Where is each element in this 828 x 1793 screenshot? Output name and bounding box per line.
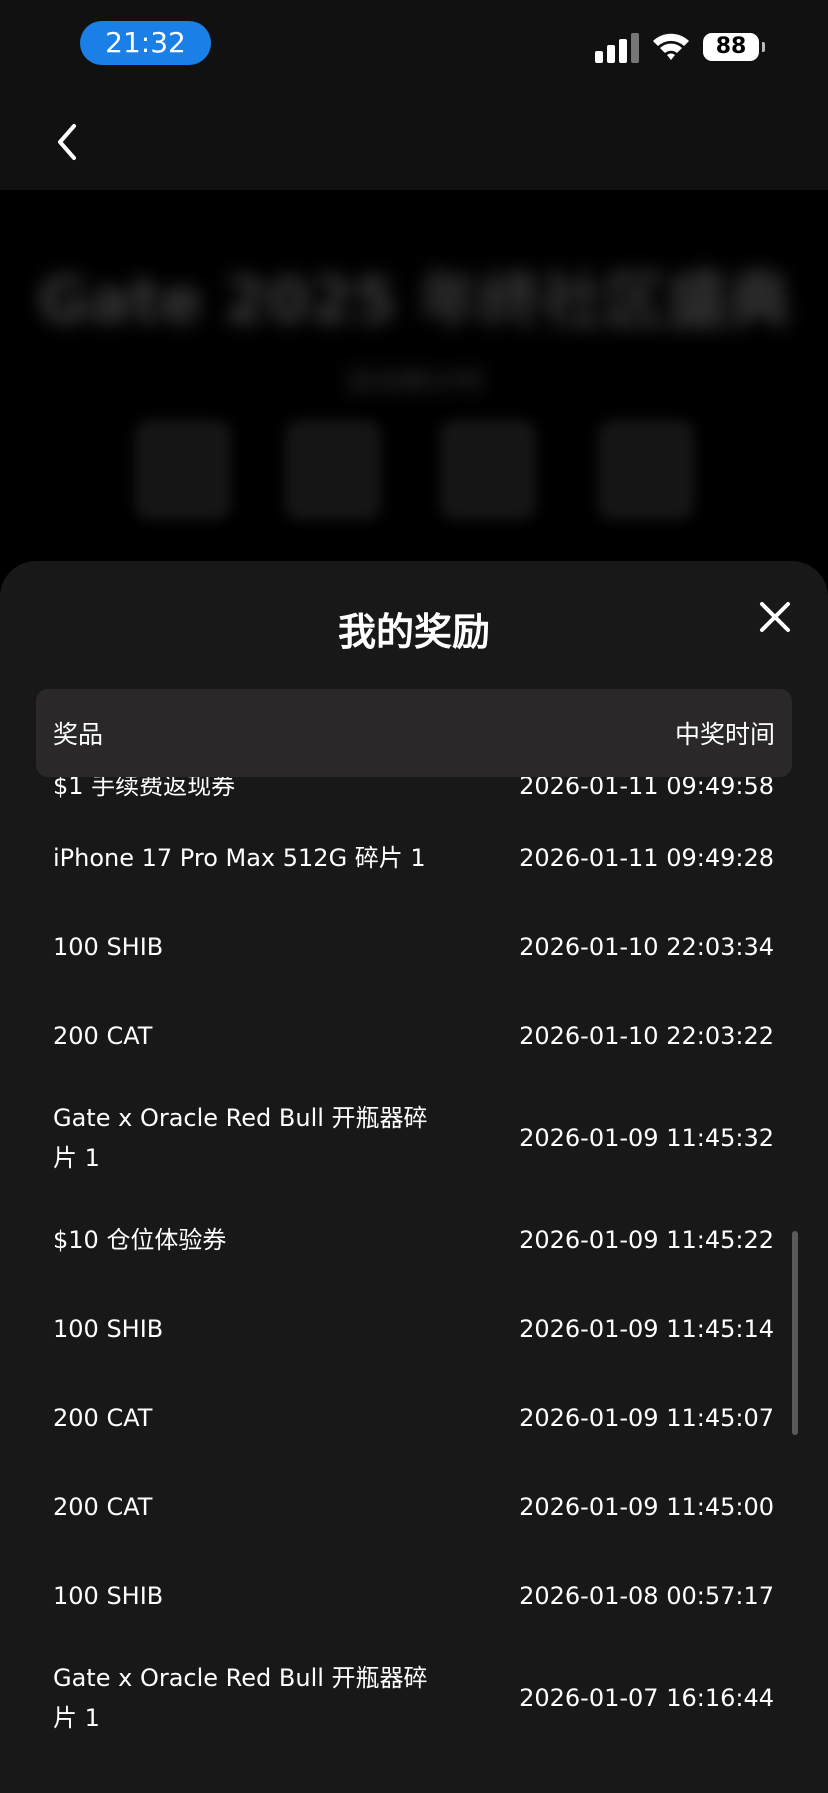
table-row: 100 SHIB 2026-01-10 22:03:34 bbox=[0, 902, 828, 991]
prize-name: 100 SHIB bbox=[53, 1314, 164, 1343]
prize-name: 100 SHIB bbox=[53, 932, 164, 961]
table-row: Gate x Oracle Red Bull 开瓶器碎片 1 2026-01-0… bbox=[0, 1640, 828, 1755]
column-header-prize: 奖品 bbox=[53, 720, 104, 749]
win-time: 2026-01-09 11:45:32 bbox=[519, 1123, 774, 1152]
win-time: 2026-01-09 11:45:22 bbox=[519, 1225, 774, 1254]
win-time: 2026-01-10 22:03:22 bbox=[519, 1021, 774, 1050]
status-time: 21:32 bbox=[80, 21, 211, 65]
close-icon[interactable] bbox=[757, 599, 793, 635]
prize-name: $10 仓位体验券 bbox=[53, 1225, 227, 1254]
win-time: 2026-01-07 16:16:44 bbox=[519, 1683, 774, 1712]
win-time: 2026-01-09 11:45:14 bbox=[519, 1314, 774, 1343]
chevron-left-icon[interactable] bbox=[48, 117, 88, 167]
rewards-list[interactable]: $1 手续费返现券 2026-01-11 09:49:58 iPhone 17 … bbox=[0, 767, 828, 1793]
table-row: 200 CAT 2026-01-09 11:45:00 bbox=[0, 1462, 828, 1551]
table-row: iPhone 17 Pro Max 512G 碎片 1 2026-01-11 0… bbox=[0, 813, 828, 902]
cellular-signal-icon bbox=[595, 33, 641, 63]
sheet-title: 我的奖励 bbox=[337, 610, 490, 654]
countdown-box bbox=[285, 420, 381, 520]
countdown-box bbox=[598, 420, 694, 520]
table-row: 100 SHIB 2026-01-09 11:45:14 bbox=[0, 1284, 828, 1373]
win-time: 2026-01-10 22:03:34 bbox=[519, 932, 774, 961]
countdown-box bbox=[135, 420, 231, 520]
win-time: 2026-01-08 00:57:17 bbox=[519, 1581, 774, 1610]
column-header-time: 中奖时间 bbox=[674, 720, 775, 749]
prize-name: Gate x Oracle Red Bull 开瓶器碎片 1 bbox=[53, 1103, 428, 1172]
status-bar: 21:32 88 bbox=[0, 0, 828, 95]
background-subtitle: 活动倒计时 bbox=[343, 365, 484, 398]
prize-name: Gate x Oracle Red Bull 开瓶器碎片 1 bbox=[53, 1663, 428, 1732]
table-row: $10 仓位体验券 2026-01-09 11:45:22 bbox=[0, 1195, 828, 1284]
wifi-icon bbox=[653, 33, 689, 60]
background-title: Gate 2025 年终社区盛典 bbox=[37, 264, 791, 337]
win-time: 2026-01-11 09:49:28 bbox=[519, 843, 774, 872]
table-row: Gate x Oracle Red Bull 开瓶器碎片 1 2026-01-0… bbox=[0, 1080, 828, 1195]
win-time: 2026-01-09 11:45:07 bbox=[519, 1403, 774, 1432]
scrollbar[interactable] bbox=[792, 1231, 798, 1435]
table-row: 100 SHIB 2026-01-08 00:57:17 bbox=[0, 1551, 828, 1640]
rewards-sheet: 我的奖励 奖品 中奖时间 $1 手续费返现券 2026-01-11 09:49:… bbox=[0, 561, 828, 1793]
table-row: 200 CAT 2026-01-10 22:03:22 bbox=[0, 991, 828, 1080]
prize-name: iPhone 17 Pro Max 512G 碎片 1 bbox=[53, 843, 426, 872]
nav-bar bbox=[0, 95, 828, 190]
prize-name: 100 SHIB bbox=[53, 1581, 164, 1610]
table-header: 奖品 中奖时间 bbox=[36, 689, 792, 777]
prize-name: 200 CAT bbox=[53, 1403, 153, 1432]
prize-name: 200 CAT bbox=[53, 1492, 153, 1521]
battery-icon: 88 bbox=[703, 33, 765, 61]
prize-name: 200 CAT bbox=[53, 1021, 153, 1050]
win-time: 2026-01-09 11:45:00 bbox=[519, 1492, 774, 1521]
countdown-box bbox=[440, 420, 536, 520]
table-row: 200 CAT 2026-01-09 11:45:07 bbox=[0, 1373, 828, 1462]
background-page: Gate 2025 年终社区盛典 活动倒计时 bbox=[0, 190, 828, 570]
